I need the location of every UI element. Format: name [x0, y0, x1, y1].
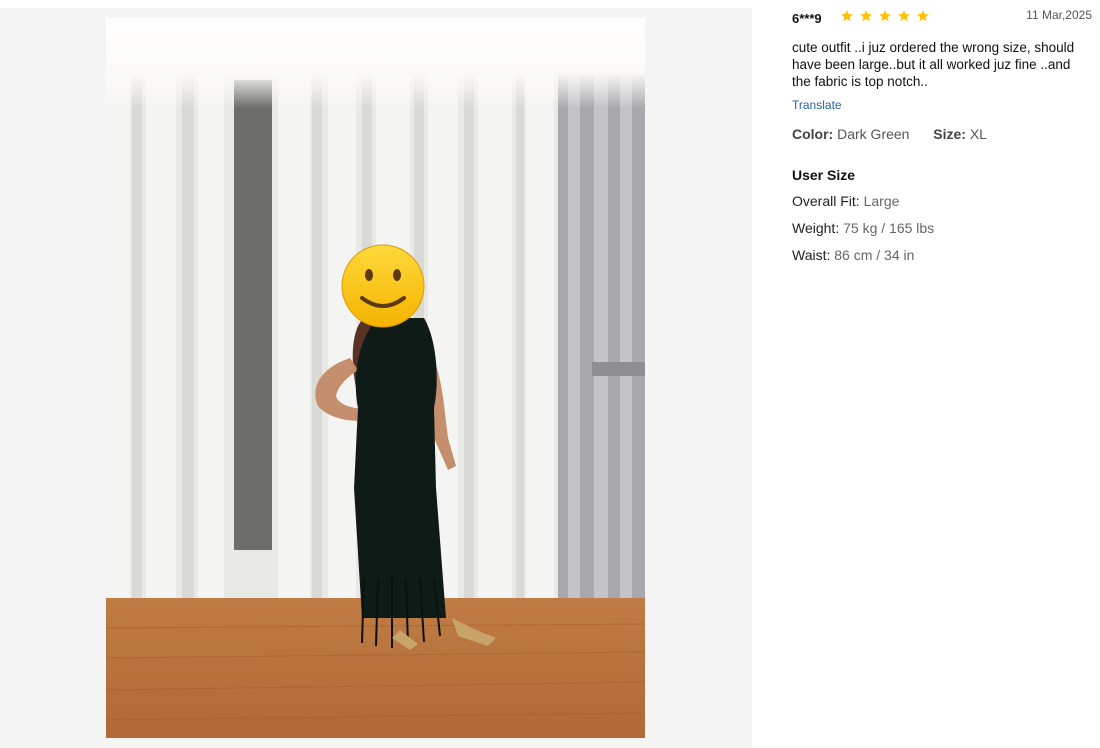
color-label: Color: [792, 126, 834, 142]
rating-stars [840, 9, 935, 25]
star-icon [917, 10, 929, 22]
waist-label: Waist: [792, 247, 831, 263]
overall-fit-value: Large [863, 193, 900, 209]
user-size-title: User Size [792, 167, 856, 183]
waist-value: 86 cm / 34 in [834, 247, 915, 263]
waist-row: Waist: 86 cm / 34 in [792, 247, 1092, 264]
review-photo[interactable] [106, 18, 645, 738]
star-icon [898, 10, 910, 22]
review-date: 11 Mar,2025 [1026, 8, 1092, 22]
weight-row: Weight: 75 kg / 165 lbs [792, 220, 1092, 237]
purchase-attributes: Color: Dark Green Size: XL [792, 126, 1092, 142]
overall-fit-label: Overall Fit: [792, 193, 860, 209]
overall-fit-row: Overall Fit: Large [792, 193, 1092, 210]
color-value: Dark Green [837, 126, 910, 142]
size-label: Size: [933, 126, 966, 142]
star-icon [841, 10, 853, 22]
review-photo-pane [0, 8, 752, 748]
size-value: XL [969, 126, 987, 142]
star-icon [879, 10, 891, 22]
reviewer-name: 6***9 [792, 11, 822, 26]
weight-value: 75 kg / 165 lbs [843, 220, 935, 236]
review-panel: 6***9 11 Mar,2025 cute outfit ..i juz or… [792, 8, 1092, 264]
translate-link[interactable]: Translate [792, 98, 842, 112]
star-icon [860, 10, 872, 22]
review-header: 6***9 11 Mar,2025 [792, 8, 1092, 30]
smiley-face-icon [341, 244, 425, 328]
weight-label: Weight: [792, 220, 840, 236]
review-text: cute outfit ..i juz ordered the wrong si… [792, 40, 1075, 89]
